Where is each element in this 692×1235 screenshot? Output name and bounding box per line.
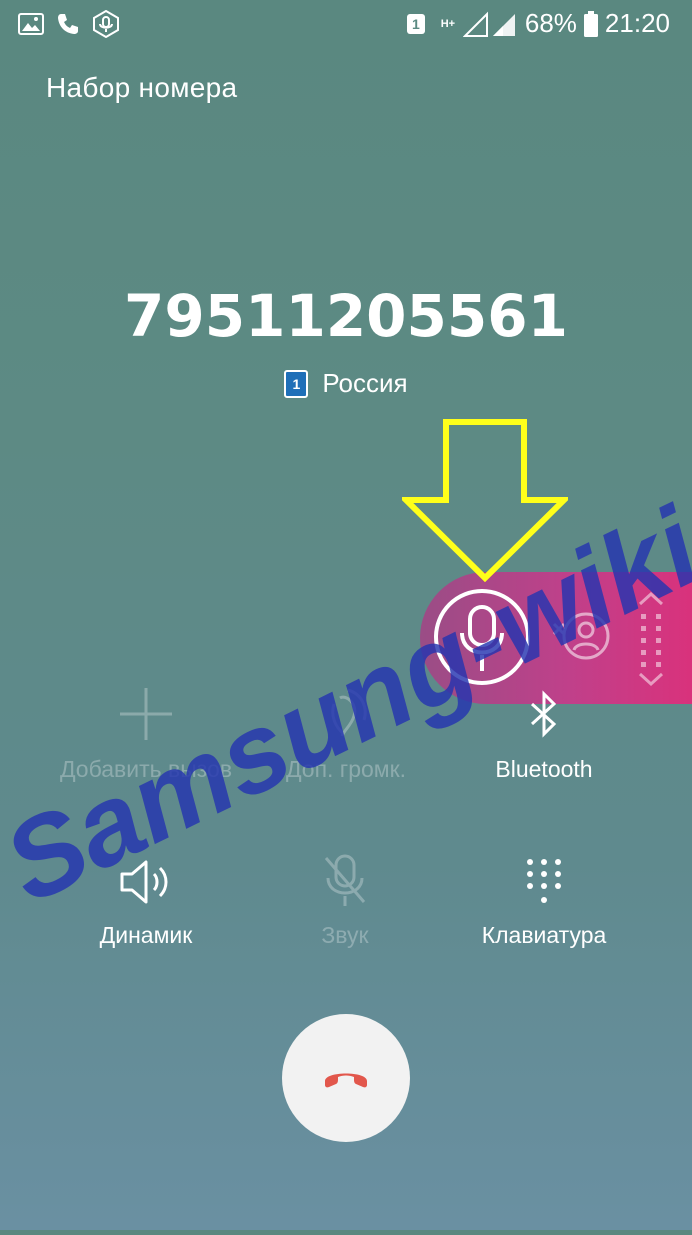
keypad-icon [527,859,561,903]
keypad-label: Клавиатура [481,922,607,948]
extra-volume-button[interactable]: Доп. громк. [231,682,461,783]
extra-volume-icon [331,688,367,737]
dialed-number: 79511205561 [124,282,568,350]
mute-toggle-button[interactable] [434,589,530,685]
sim-indicator: 1 [406,13,425,34]
keypad-button[interactable]: Клавиатура [429,848,659,949]
extra-volume-label: Доп. громк. [285,756,407,782]
gallery-icon [18,12,44,36]
annotation-arrow [398,418,572,587]
speaker-label: Динамик [99,922,193,948]
speaker-button[interactable]: Динамик [31,848,261,949]
end-call-button[interactable] [282,1014,410,1142]
network-type: H+ [440,17,456,30]
country-label: Россия [322,368,408,398]
screen-title: Набор номера [46,72,238,103]
plus-icon [120,688,172,740]
mute-button[interactable]: Звук [230,848,460,949]
muted-mic-icon [324,854,366,906]
bluetooth-label: Bluetooth [495,756,593,782]
microphone-icon [460,605,504,671]
signal-icon [462,10,519,38]
country-row: 1 Россия [0,368,692,399]
speaker-icon [120,860,168,904]
phone-icon [56,12,80,36]
voice-recorder-icon [92,10,120,38]
bluetooth-button[interactable]: Bluetooth [429,682,659,783]
drag-handle-icon[interactable] [636,591,666,693]
add-call-button[interactable]: Добавить вызов [31,682,261,783]
bluetooth-icon [530,690,557,738]
add-call-label: Добавить вызов [59,756,233,782]
battery-percent: 68% [524,8,577,38]
end-call-icon [325,1073,367,1088]
merge-calls-icon[interactable] [550,606,614,671]
mute-label: Звук [321,922,369,948]
sim-badge: 1 [284,369,309,398]
clock: 21:20 [604,8,670,38]
battery-icon [583,10,599,38]
status-bar: 1 H+ 68% 21:20 [0,0,692,50]
